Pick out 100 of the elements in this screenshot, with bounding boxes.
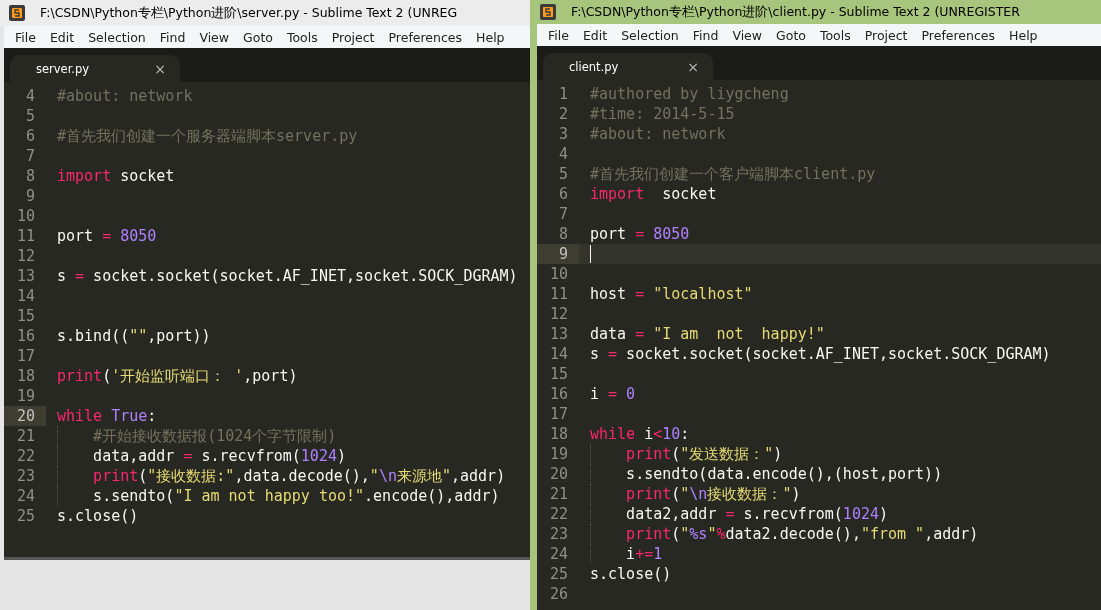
code-line: while True: — [56, 406, 157, 426]
file-tab[interactable]: client.py × — [543, 53, 713, 80]
code-line: port = 8050 — [589, 224, 690, 244]
menu-item[interactable]: View — [725, 27, 770, 43]
menu-item[interactable]: Preferences — [381, 29, 470, 45]
line-number: 21 — [15, 426, 36, 446]
line-number: 17 — [548, 404, 569, 424]
code-line: data2,addr = s.recvfrom(1024) — [625, 504, 888, 524]
line-number: 8 — [24, 166, 36, 186]
line-number: 19 — [548, 444, 569, 464]
line-number: 4 — [557, 144, 569, 164]
line-number: 9 — [537, 244, 579, 264]
menu-item[interactable]: Selection — [81, 29, 153, 45]
line-number: 12 — [15, 246, 36, 266]
code-line: s = socket.socket(socket.AF_INET,socket.SOCK_DGRAM) — [56, 266, 518, 286]
code-line: #about: network — [589, 124, 726, 144]
line-number: 2 — [557, 104, 569, 124]
code-line: s.close() — [589, 564, 672, 584]
line-number: 14 — [15, 286, 36, 306]
menu-item[interactable]: File — [8, 29, 43, 45]
line-number: 26 — [548, 584, 569, 604]
menu-item[interactable]: Find — [685, 27, 726, 43]
close-icon[interactable]: × — [154, 60, 166, 77]
line-number: 14 — [548, 344, 569, 364]
line-number: 10 — [548, 264, 569, 284]
line-number: 8 — [557, 224, 569, 244]
code-line: s.sendto(data.encode(),(host,port)) — [625, 464, 943, 484]
line-number: 10 — [15, 206, 36, 226]
menu-item[interactable]: Help — [1002, 27, 1045, 43]
close-icon[interactable]: × — [687, 58, 699, 75]
text-cursor — [590, 245, 591, 263]
line-number: 1 — [557, 84, 569, 104]
line-number: 17 — [15, 346, 36, 366]
menu-item[interactable]: Goto — [236, 29, 280, 45]
line-number: 18 — [15, 366, 36, 386]
code-line: s.sendto("I am not happy too!".encode(),addr) — [92, 486, 500, 506]
code-line: host = "localhost" — [589, 284, 753, 304]
line-number: 20 — [548, 464, 569, 484]
window-title: F:\CSDN\Python专栏\Python进阶\server.py - Sublime Text 2 (UNREG — [40, 4, 458, 22]
code-line: print("接收数据:",data.decode(),"\n来源地",addr) — [92, 466, 506, 486]
line-number: 13 — [15, 266, 36, 286]
line-number: 19 — [15, 386, 36, 406]
line-number: 6 — [24, 126, 36, 146]
line-number: 22 — [548, 504, 569, 524]
line-number: 15 — [15, 306, 36, 326]
line-number: 9 — [24, 186, 36, 206]
menu-item[interactable]: Tools — [812, 27, 858, 43]
code-line: #time: 2014-5-15 — [589, 104, 735, 124]
menu-item[interactable]: Project — [857, 27, 915, 43]
line-number: 7 — [24, 146, 36, 166]
code-line: #首先我们创建一个服务器端脚本server.py — [56, 126, 358, 146]
line-number: 15 — [548, 364, 569, 384]
line-number: 23 — [15, 466, 36, 486]
line-number: 22 — [15, 446, 36, 466]
line-number: 3 — [557, 124, 569, 144]
code-line: print('开始监听端口： ',port) — [56, 366, 298, 386]
code-line: #authored by liygcheng — [589, 84, 789, 104]
code-line: print("发送数据：") — [625, 444, 783, 464]
code-line: import socket — [56, 166, 175, 186]
line-number: 12 — [548, 304, 569, 324]
line-number: 25 — [15, 506, 36, 526]
code-line: #首先我们创建一个客户端脚本client.py — [589, 164, 876, 184]
code-line: port = 8050 — [56, 226, 157, 246]
code-line: #开始接收数据报(1024个字节限制) — [92, 426, 337, 446]
code-line: while i<10: — [589, 424, 690, 444]
code-line: s = socket.socket(socket.AF_INET,socket.SOCK_DGRAM) — [589, 344, 1051, 364]
line-number: 6 — [557, 184, 569, 204]
line-number: 11 — [548, 284, 569, 304]
menu-item[interactable]: Selection — [614, 27, 686, 43]
menu-item[interactable]: Edit — [575, 27, 615, 43]
menu-item[interactable]: File — [541, 27, 576, 43]
line-number: 11 — [15, 226, 36, 246]
code-line: print("\n接收数据：") — [625, 484, 801, 504]
line-number: 24 — [548, 544, 569, 564]
line-number: 20 — [4, 406, 46, 426]
code-line: #about: network — [56, 86, 193, 106]
code-line: import socket — [589, 184, 717, 204]
menu-item[interactable]: Find — [152, 29, 193, 45]
menu-item[interactable]: Preferences — [914, 27, 1003, 43]
app-icon — [539, 3, 557, 21]
code-line: i = 0 — [589, 384, 636, 404]
code-line: data,addr = s.recvfrom(1024) — [92, 446, 346, 466]
line-number: 5 — [557, 164, 569, 184]
line-number: 7 — [557, 204, 569, 224]
menu-item[interactable]: View — [192, 29, 237, 45]
code-line: print("%s"%data2.decode(),"from ",addr) — [625, 524, 979, 544]
line-number: 16 — [15, 326, 36, 346]
code-line: s.close() — [56, 506, 139, 526]
line-number: 16 — [548, 384, 569, 404]
code-line: i+=1 — [625, 544, 663, 564]
menu-item[interactable]: Tools — [279, 29, 325, 45]
line-number: 5 — [24, 106, 36, 126]
menu-item[interactable]: Help — [469, 29, 512, 45]
line-number: 25 — [548, 564, 569, 584]
code-line: s.bind(("",port)) — [56, 326, 211, 346]
menu-item[interactable]: Goto — [769, 27, 813, 43]
menu-item[interactable]: Edit — [42, 29, 82, 45]
line-number: 21 — [548, 484, 569, 504]
file-tab[interactable]: server.py × — [10, 55, 180, 82]
menu-item[interactable]: Project — [324, 29, 382, 45]
